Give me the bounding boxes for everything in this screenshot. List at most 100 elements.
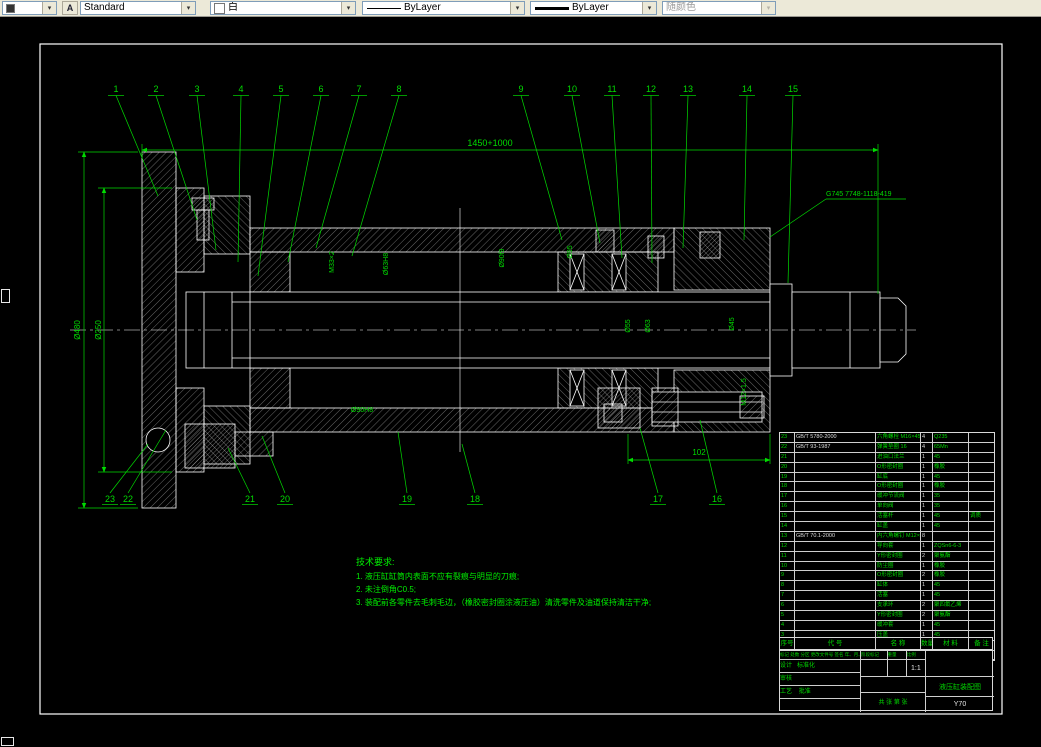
parts-list-cell: 橡胶: [933, 462, 969, 472]
thread-note-text: G745 7748-1118-419: [826, 191, 892, 198]
parts-list-cell: 18: [780, 482, 795, 492]
text-style-button[interactable]: A: [62, 1, 78, 15]
parts-list-cell: GB/T 70.1-2000: [795, 531, 876, 541]
chevron-down-icon: ▾: [761, 2, 775, 14]
parts-list-row: 14 缸盖 1 45: [780, 522, 994, 532]
callout-number: 12: [646, 84, 656, 94]
callout-number: 9: [518, 84, 523, 94]
linetype-combo[interactable]: ByLayer ▾: [362, 1, 525, 15]
parts-list-cell: 8: [780, 581, 795, 591]
parts-list-row: 18 O形密封圈 1 橡胶: [780, 482, 994, 493]
plotstyle-combo: 随颜色 ▾: [662, 1, 776, 15]
parts-list-cell: 防尘圈: [876, 561, 921, 571]
parts-list-row: 7 活塞 1 45: [780, 591, 994, 602]
stage-weight-scale-header: 阶段标记 重量 比例: [861, 651, 926, 660]
callout-number: 21: [245, 494, 255, 504]
chevron-down-icon[interactable]: ▾: [510, 2, 524, 14]
parts-list-cell: [795, 512, 876, 522]
parts-list-row: 22 GB/T 93-1987 弹簧垫圈 16 4 65Mn: [780, 442, 994, 453]
chevron-down-icon[interactable]: ▾: [42, 2, 56, 14]
parts-list-cell: [969, 492, 994, 501]
leader-line: [315, 95, 360, 249]
detail-dimension-text: M33×2: [329, 251, 336, 273]
parts-list-cell: 1: [921, 561, 933, 571]
parts-list-cell: 45: [933, 512, 969, 522]
color-control-combo[interactable]: 白 ▾: [210, 1, 356, 15]
parts-list-cell: 12: [780, 541, 795, 551]
parts-list-cell: [969, 522, 994, 531]
parts-list-cell: [795, 620, 876, 630]
parts-list-cell: [969, 542, 994, 551]
hub-diameter-text: Ø250: [94, 320, 103, 340]
callout-number: 10: [567, 84, 577, 94]
callout-number: 2: [153, 84, 158, 94]
parts-list-cell: 1: [921, 522, 933, 531]
properties-toolbar: ▾ A Standard ▾ 白 ▾ ByLayer ▾ ByLayer ▾ 随…: [0, 0, 1041, 17]
detail-dimension-text: Ø55: [625, 319, 632, 332]
parts-list-cell: 14: [780, 522, 795, 531]
parts-list-cell: [795, 452, 876, 462]
parts-list-cell: 23: [780, 433, 795, 442]
parts-list-cell: 内六角螺钉 M12×35: [877, 531, 921, 541]
parts-list-cell: 缓冲节流阀: [876, 492, 921, 502]
color-value: 白: [228, 2, 238, 13]
parts-list-cell: 1: [921, 492, 933, 502]
parts-list-header-cell: 数量: [921, 638, 933, 649]
autocad-window: { "toolbar": { "dim_value": "", "text_st…: [0, 0, 1041, 747]
parts-list-cell: 8: [921, 531, 933, 541]
detail-dimension-text: Ø90H8: [351, 407, 373, 414]
callout-number: 14: [742, 84, 752, 94]
flange-diameter-text: Ø480: [73, 320, 82, 340]
technical-requirement-item: 2. 未注倒角C0.5;: [356, 585, 417, 594]
parts-list-cell: 缓冲套: [876, 620, 921, 630]
parts-list-cell: Q235: [933, 433, 969, 442]
parts-list-cell: [795, 551, 876, 561]
callout-number: 11: [607, 84, 616, 94]
parts-list-cell: [795, 462, 876, 472]
parts-list-row: 11 Y形密封圈 2 聚氨酯: [780, 551, 994, 562]
overall-dimension-text: 1450+1000: [467, 138, 512, 148]
chevron-down-icon[interactable]: ▾: [181, 2, 195, 14]
callout-number: 23: [105, 494, 115, 504]
chevron-down-icon[interactable]: ▾: [341, 2, 355, 14]
parts-list-cell: 4: [921, 442, 933, 452]
dimstyle-combo[interactable]: ▾: [2, 1, 57, 15]
parts-list-cell: O形密封圈: [876, 462, 921, 472]
parts-list-cell: 13: [780, 531, 795, 541]
sheet-info: 共 张 第 张: [861, 693, 926, 712]
leader-line: [743, 95, 748, 241]
parts-list-cell: 1: [921, 541, 933, 551]
parts-list-cell: [969, 611, 994, 620]
parts-list-cell: [969, 552, 994, 561]
parts-list-cell: [969, 562, 994, 571]
parts-list-cell: [969, 571, 994, 580]
parts-list-cell: 1: [921, 452, 933, 462]
technical-requirement-item: 1. 液压缸缸筒内表面不应有裂痕与明显的刀痕;: [356, 572, 520, 581]
lineweight-combo[interactable]: ByLayer ▾: [530, 1, 657, 15]
linetype-value: ByLayer: [404, 2, 441, 13]
parts-list-row: 19 缸底 1 45: [780, 472, 994, 483]
parts-list-cell: [969, 463, 994, 472]
parts-list-cell: 21: [780, 452, 795, 462]
parts-list-cell: [969, 581, 994, 590]
parts-list-cell: [969, 443, 994, 452]
parts-list-cell: 35: [933, 492, 969, 502]
parts-list-row: 17 缓冲节流阀 1 35: [780, 492, 994, 503]
parts-list-row: 6 支承环 2 聚四氟乙烯: [780, 601, 994, 612]
text-style-combo[interactable]: Standard ▾: [80, 1, 196, 15]
cushion-dimension-text: 102: [692, 448, 706, 457]
parts-list-header-cell: 名 称: [876, 638, 921, 649]
leader-line: [520, 95, 563, 241]
leader-line: [461, 443, 476, 494]
detail-dimension-text: Ø90f9: [499, 248, 506, 267]
parts-list-cell: Y形密封圈: [876, 611, 921, 620]
chevron-down-icon[interactable]: ▾: [642, 2, 656, 14]
parts-list-cell: 1: [921, 502, 933, 512]
parts-list-cell: 调质: [970, 513, 982, 520]
parts-list-cell: 5: [780, 611, 795, 620]
technical-requirements: 技术要求: 1. 液压缸缸筒内表面不应有裂痕与明显的刀痕; 2. 未注倒角C0.5…: [356, 556, 716, 609]
drawing-title: 液压缸装配图: [926, 677, 994, 697]
parts-list-cell: [969, 473, 994, 482]
parts-list-cell: [969, 482, 994, 491]
callout-number: 15: [788, 84, 798, 94]
